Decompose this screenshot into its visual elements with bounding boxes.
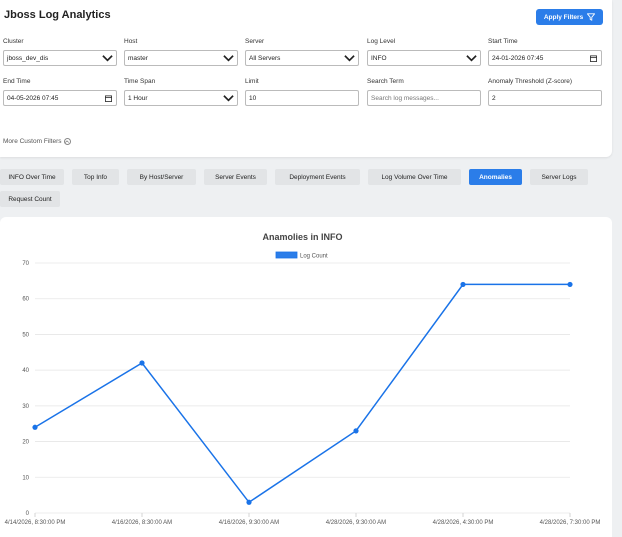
data-point — [139, 360, 145, 366]
host-select[interactable]: master — [124, 50, 238, 66]
anomaly-threshold-value: 2 — [492, 94, 496, 102]
end-time-label: End Time — [3, 78, 31, 85]
data-point — [567, 281, 573, 288]
y-tick-label: 20 — [22, 440, 29, 446]
data-point — [460, 281, 466, 288]
more-custom-filters-toggle[interactable]: More Custom Filters — [3, 138, 71, 145]
tab-anomalies[interactable]: Anomalies — [469, 169, 522, 185]
log-level-select[interactable]: INFO — [367, 50, 481, 66]
series-line-log-count — [34, 283, 570, 504]
tab-log-volume-over-time[interactable]: Log Volume Over Time — [368, 169, 461, 185]
anomaly-threshold-field: Anomaly Threshold (Z-score) 2 — [488, 77, 602, 106]
search-input[interactable]: Search log messages... — [367, 90, 481, 106]
server-select[interactable]: All Servers — [245, 50, 359, 66]
chevron-down-icon — [223, 55, 234, 62]
chevron-down-icon — [223, 95, 234, 102]
more-custom-filters-label: More Custom Filters — [3, 138, 62, 145]
log-level-field: Log Level INFO — [367, 37, 481, 66]
x-tick-label: 4/16/2026, 8:30:00 AM — [112, 520, 172, 526]
time-span-value: 1 Hour — [128, 94, 148, 102]
cluster-value: jboss_dev_dis — [7, 54, 49, 62]
tab-by-host-server[interactable]: By Host/Server — [127, 169, 196, 185]
host-field: Host master — [124, 37, 238, 66]
server-value: All Servers — [249, 54, 281, 62]
calendar-icon[interactable] — [590, 55, 597, 62]
host-value: master — [128, 54, 148, 62]
search-placeholder: Search log messages... — [371, 94, 439, 102]
start-time-value: 24-01-2026 07:45 — [492, 54, 544, 62]
cluster-label: Cluster — [3, 38, 24, 45]
chart-card: Anamolies in INFO Log Count 0 10 20 30 40 50 60 7… — [0, 217, 612, 537]
y-tick-label: 60 — [22, 297, 29, 303]
search-term-field: Search Term Search log messages... — [367, 77, 481, 106]
y-tick-label: 10 — [22, 475, 29, 481]
time-span-select[interactable]: 1 Hour — [124, 90, 238, 106]
limit-label: Limit — [245, 78, 259, 85]
tab-request-count[interactable]: Request Count — [0, 191, 60, 207]
log-level-label: Log Level — [367, 38, 396, 45]
end-time-input[interactable]: 04-05-2026 07:45 — [3, 90, 117, 106]
x-tick-label: 4/28/2026, 4:30:00 PM — [433, 520, 494, 526]
anomaly-threshold-input[interactable]: 2 — [488, 90, 602, 106]
apply-filters-button[interactable]: Apply Filters — [536, 9, 603, 25]
limit-field: Limit 10 — [245, 77, 359, 106]
y-tick-label: 30 — [22, 404, 29, 410]
log-level-value: INFO — [371, 54, 387, 62]
tab-server-events[interactable]: Server Events — [204, 169, 267, 185]
data-point — [246, 499, 252, 505]
tab-top-info[interactable]: Top Info — [72, 169, 119, 185]
filter-icon — [587, 13, 596, 21]
y-tick-label: 70 — [22, 261, 29, 267]
filter-panel: Jboss Log Analytics Apply Filters Cluste… — [0, 0, 612, 157]
page-title: Jboss Log Analytics — [4, 9, 111, 21]
x-tick-label: 4/14/2026, 8:30:00 PM — [5, 520, 66, 526]
chevron-up-icon — [63, 138, 71, 145]
search-term-label: Search Term — [367, 78, 404, 85]
chart-title: Anamolies in INFO — [262, 232, 342, 242]
cluster-field: Cluster jboss_dev_dis — [3, 37, 117, 66]
data-point — [353, 428, 359, 434]
y-tick-label: 0 — [26, 511, 30, 517]
tab-info-over-time[interactable]: INFO Over Time — [0, 169, 64, 185]
cluster-select[interactable]: jboss_dev_dis — [3, 50, 117, 66]
data-point — [32, 424, 38, 430]
server-field: Server All Servers — [245, 37, 359, 66]
time-span-label: Time Span — [124, 78, 156, 85]
host-label: Host — [124, 38, 138, 45]
tab-deployment-events[interactable]: Deployment Events — [275, 169, 360, 185]
y-tick-label: 40 — [22, 368, 29, 374]
apply-filters-label: Apply Filters — [543, 13, 584, 21]
anomaly-threshold-label: Anomaly Threshold (Z-score) — [488, 78, 573, 85]
end-time-field: End Time 04-05-2026 07:45 — [3, 77, 117, 106]
calendar-icon[interactable] — [105, 95, 112, 102]
server-label: Server — [245, 38, 265, 45]
tab-server-logs[interactable]: Server Logs — [530, 169, 588, 185]
chevron-down-icon — [344, 55, 355, 62]
x-tick-label: 4/28/2026, 9:30:00 AM — [326, 520, 386, 526]
legend-label: Log Count — [300, 254, 328, 260]
anomalies-chart: Anamolies in INFO Log Count 0 10 20 30 40 50 60 7… — [5, 232, 601, 526]
limit-input[interactable]: 10 — [245, 90, 359, 106]
limit-value: 10 — [249, 94, 257, 102]
legend-swatch — [275, 251, 298, 259]
time-span-field: Time Span 1 Hour — [124, 77, 238, 106]
start-time-label: Start Time — [488, 38, 518, 45]
chevron-down-icon — [102, 55, 113, 62]
chevron-down-icon — [466, 55, 477, 62]
x-tick-label: 4/28/2026, 7:30:00 PM — [540, 520, 601, 526]
y-tick-label: 50 — [22, 332, 29, 338]
start-time-field: Start Time 24-01-2026 07:45 — [488, 37, 602, 66]
start-time-input[interactable]: 24-01-2026 07:45 — [488, 50, 602, 66]
end-time-value: 04-05-2026 07:45 — [7, 94, 59, 102]
x-tick-label: 4/16/2026, 9:30:00 AM — [219, 520, 279, 526]
